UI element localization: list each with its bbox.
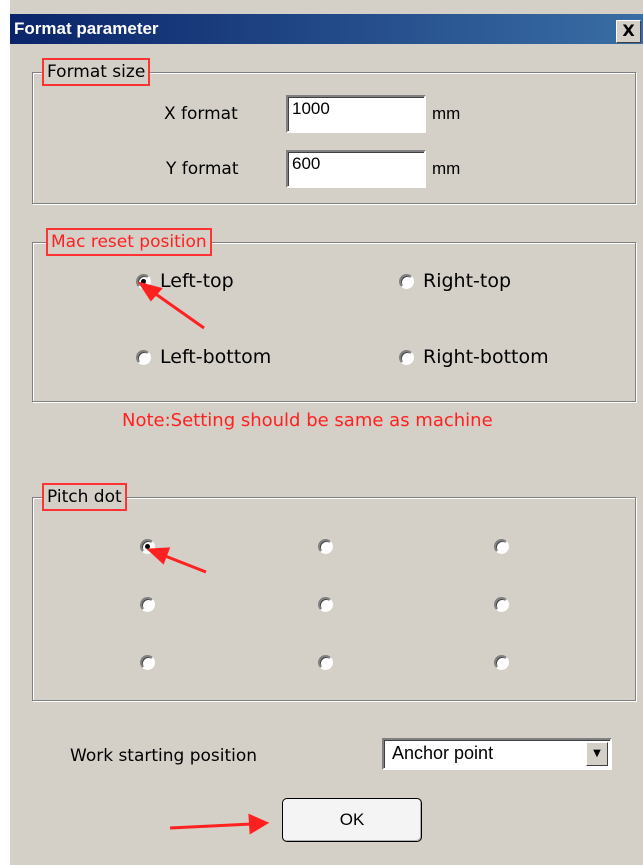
ok-button[interactable]: OK: [282, 798, 422, 842]
format-size-legend: Format size: [41, 58, 151, 86]
y-format-input[interactable]: 600: [286, 150, 426, 188]
radio-label-right-top: Right-top: [423, 270, 512, 292]
pitch-radio-1[interactable]: [140, 539, 155, 554]
work-start-select[interactable]: Anchor point ▼: [382, 738, 612, 770]
reset-position-legend: Mac reset position: [46, 228, 212, 256]
work-start-value: Anchor point: [392, 743, 494, 763]
machine-note: Note:Setting should be same as machine: [122, 410, 493, 431]
pitch-radio-7[interactable]: [140, 655, 155, 670]
x-format-unit: mm: [432, 104, 461, 123]
radio-right-top[interactable]: [399, 274, 414, 289]
pitch-radio-5[interactable]: [318, 597, 333, 612]
format-parameter-dialog: Format parameter X Format size X format …: [8, 0, 643, 865]
radio-label-left-top: Left-top: [160, 270, 234, 292]
title-bar: Format parameter: [10, 14, 643, 44]
radio-left-bottom[interactable]: [136, 350, 151, 365]
pitch-radio-6[interactable]: [494, 597, 509, 612]
pitch-dot-group: [32, 497, 636, 701]
reset-position-group: [32, 242, 636, 402]
pitch-dot-legend: Pitch dot: [42, 483, 127, 511]
close-button[interactable]: X: [616, 20, 641, 43]
x-format-label: X format: [164, 104, 238, 124]
pitch-radio-9[interactable]: [494, 655, 509, 670]
radio-label-left-bottom: Left-bottom: [160, 346, 272, 368]
work-start-label: Work starting position: [70, 746, 258, 766]
dropdown-arrow-icon[interactable]: ▼: [586, 742, 608, 766]
pitch-radio-8[interactable]: [318, 655, 333, 670]
y-format-label: Y format: [166, 159, 239, 179]
radio-right-bottom[interactable]: [399, 350, 414, 365]
pitch-radio-3[interactable]: [494, 539, 509, 554]
dialog-title: Format parameter: [14, 19, 159, 38]
pitch-radio-4[interactable]: [140, 597, 155, 612]
y-format-unit: mm: [432, 159, 461, 178]
pitch-radio-2[interactable]: [318, 539, 333, 554]
x-format-input[interactable]: 1000: [286, 95, 426, 133]
radio-left-top[interactable]: [136, 274, 151, 289]
radio-label-right-bottom: Right-bottom: [423, 346, 549, 368]
